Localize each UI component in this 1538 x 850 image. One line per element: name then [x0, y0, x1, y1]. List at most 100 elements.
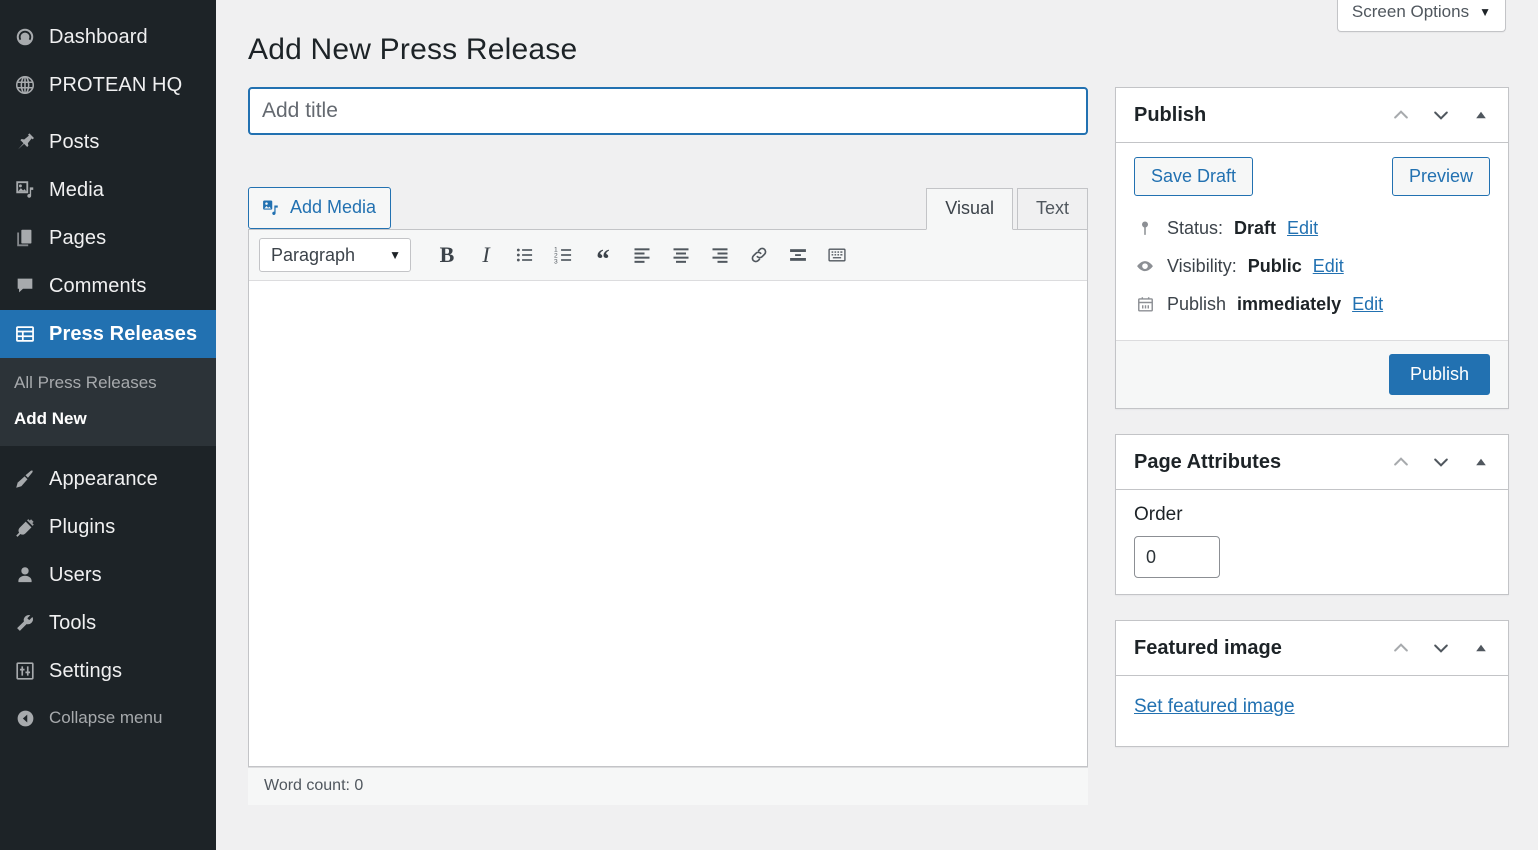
publish-panel-body: Save Draft Preview Status: Draft Edit Vi… [1116, 143, 1508, 340]
align-left-icon[interactable] [625, 238, 659, 272]
paragraph-format-select[interactable]: Paragraph ▼ [259, 238, 411, 272]
media-icon [5, 179, 45, 201]
editor-top-bar: Add Media Visual Text [248, 187, 1088, 230]
editor-columns: Add Media Visual Text Paragraph ▼ [248, 87, 1520, 805]
align-right-icon[interactable] [703, 238, 737, 272]
sidebar-item-label: Settings [49, 659, 123, 682]
publish-panel-footer: Publish [1116, 340, 1508, 408]
bold-icon[interactable]: B [430, 238, 464, 272]
toggle-panel-triangle-icon[interactable] [1468, 635, 1494, 661]
sidebar-item-dashboard[interactable]: Dashboard [0, 13, 216, 61]
link-icon[interactable] [742, 238, 776, 272]
screen-options-label: Screen Options [1351, 2, 1470, 21]
editor-box: Paragraph ▼ B I 1 2 3 “ [248, 229, 1088, 767]
sidebar-item-label: Plugins [49, 515, 116, 538]
set-featured-image-link[interactable]: Set featured image [1134, 696, 1295, 717]
post-status-value: Draft [1234, 218, 1277, 238]
panel-controls [1388, 449, 1494, 475]
add-media-button[interactable]: Add Media [248, 187, 392, 229]
chevron-down-icon[interactable] [1428, 449, 1454, 475]
content-editor: Add Media Visual Text Paragraph ▼ B I 1 … [248, 187, 1088, 805]
italic-icon[interactable]: I [469, 238, 503, 272]
table-grid-icon [5, 323, 45, 345]
pin-icon [5, 131, 45, 153]
chevron-down-icon: ▼ [1479, 5, 1491, 19]
tab-text[interactable]: Text [1016, 188, 1088, 230]
press-releases-submenu: All Press Releases Add New [0, 358, 216, 446]
sidebar-separator [0, 109, 216, 118]
post-status-row: Status: Draft Edit [1134, 210, 1490, 248]
collapse-menu-label: Collapse menu [49, 708, 163, 727]
format-select-value: Paragraph [271, 244, 356, 265]
sidebar-item-label: PROTEAN HQ [49, 73, 183, 96]
sidebar-item-protean-hq[interactable]: PROTEAN HQ [0, 61, 216, 109]
chevron-down-icon: ▼ [389, 248, 401, 262]
page-attributes-panel-header: Page Attributes [1116, 435, 1508, 490]
sidebar-item-label: Press Releases [49, 322, 198, 345]
sidebar-item-press-releases[interactable]: Press Releases [0, 310, 224, 358]
submenu-item-add-new[interactable]: Add New [0, 401, 216, 437]
sidebar-metaboxes: Publish Save Draft Preview Status: Draft… [1115, 87, 1509, 805]
panel-controls [1388, 635, 1494, 661]
editor-content-area[interactable] [249, 281, 1087, 766]
featured-image-panel-body: Set featured image [1116, 676, 1508, 746]
sidebar-item-label: Pages [49, 226, 107, 249]
sidebar-item-plugins[interactable]: Plugins [0, 503, 216, 551]
sidebar-item-label: Media [49, 178, 104, 201]
page-attributes-panel-title: Page Attributes [1134, 450, 1282, 473]
toggle-panel-triangle-icon[interactable] [1468, 449, 1494, 475]
sidebar-item-comments[interactable]: Comments [0, 262, 216, 310]
toggle-panel-triangle-icon[interactable] [1468, 102, 1494, 128]
chevron-up-icon[interactable] [1388, 102, 1414, 128]
sidebar-separator [0, 446, 216, 455]
publish-panel: Publish Save Draft Preview Status: Draft… [1115, 87, 1509, 409]
panel-controls [1388, 102, 1494, 128]
sidebar-item-settings[interactable]: Settings [0, 647, 216, 695]
edit-schedule-link[interactable]: Edit [1352, 294, 1383, 315]
sidebar-item-label: Comments [49, 274, 147, 297]
post-schedule-row: Publish immediately Edit [1134, 286, 1490, 324]
comment-bubble-icon [5, 275, 45, 297]
submenu-item-all-press-releases[interactable]: All Press Releases [0, 365, 216, 401]
sidebar-item-tools[interactable]: Tools [0, 599, 216, 647]
sliders-icon [5, 660, 45, 682]
chevron-up-icon[interactable] [1388, 635, 1414, 661]
post-visibility-row: Visibility: Public Edit [1134, 248, 1490, 286]
tab-visual[interactable]: Visual [926, 188, 1013, 230]
primary-column: Add Media Visual Text Paragraph ▼ [248, 87, 1088, 805]
wordpress-admin-screen: Dashboard PROTEAN HQ Posts Media Pages C… [0, 0, 1538, 850]
insert-read-more-icon[interactable] [781, 238, 815, 272]
preview-button[interactable]: Preview [1391, 157, 1490, 196]
align-center-icon[interactable] [664, 238, 698, 272]
page-title: Add New Press Release [248, 33, 578, 66]
sidebar-item-label: Dashboard [49, 25, 148, 48]
order-input[interactable] [1134, 536, 1220, 578]
chevron-down-icon[interactable] [1428, 102, 1454, 128]
sidebar-item-posts[interactable]: Posts [0, 118, 216, 166]
edit-visibility-link[interactable]: Edit [1313, 256, 1344, 277]
sidebar-item-pages[interactable]: Pages [0, 214, 216, 262]
chevron-down-icon[interactable] [1428, 635, 1454, 661]
post-status-label: Status: [1167, 218, 1224, 238]
pages-icon [5, 227, 45, 249]
page-attributes-panel-body: Order [1116, 490, 1508, 594]
paintbrush-icon [5, 468, 45, 490]
post-title-input[interactable] [248, 87, 1088, 135]
bulleted-list-icon[interactable] [508, 238, 542, 272]
chevron-up-icon[interactable] [1388, 449, 1414, 475]
screen-options-button[interactable]: Screen Options ▼ [1336, 0, 1506, 32]
blockquote-icon[interactable]: “ [586, 238, 620, 272]
save-draft-button[interactable]: Save Draft [1134, 157, 1254, 196]
collapse-menu-button[interactable]: Collapse menu [0, 695, 216, 741]
publish-button[interactable]: Publish [1388, 354, 1490, 395]
post-visibility-value: Public [1247, 256, 1302, 276]
main-content: Screen Options ▼ Add New Press Release A… [216, 0, 1538, 850]
sidebar-item-media[interactable]: Media [0, 166, 216, 214]
numbered-list-icon[interactable]: 1 2 3 [547, 238, 581, 272]
sidebar-item-appearance[interactable]: Appearance [0, 455, 216, 503]
admin-sidebar: Dashboard PROTEAN HQ Posts Media Pages C… [0, 0, 224, 850]
sidebar-item-label: Tools [49, 611, 97, 634]
sidebar-item-users[interactable]: Users [0, 551, 216, 599]
toolbar-toggle-keyboard-icon[interactable] [820, 238, 854, 272]
edit-status-link[interactable]: Edit [1287, 218, 1318, 239]
